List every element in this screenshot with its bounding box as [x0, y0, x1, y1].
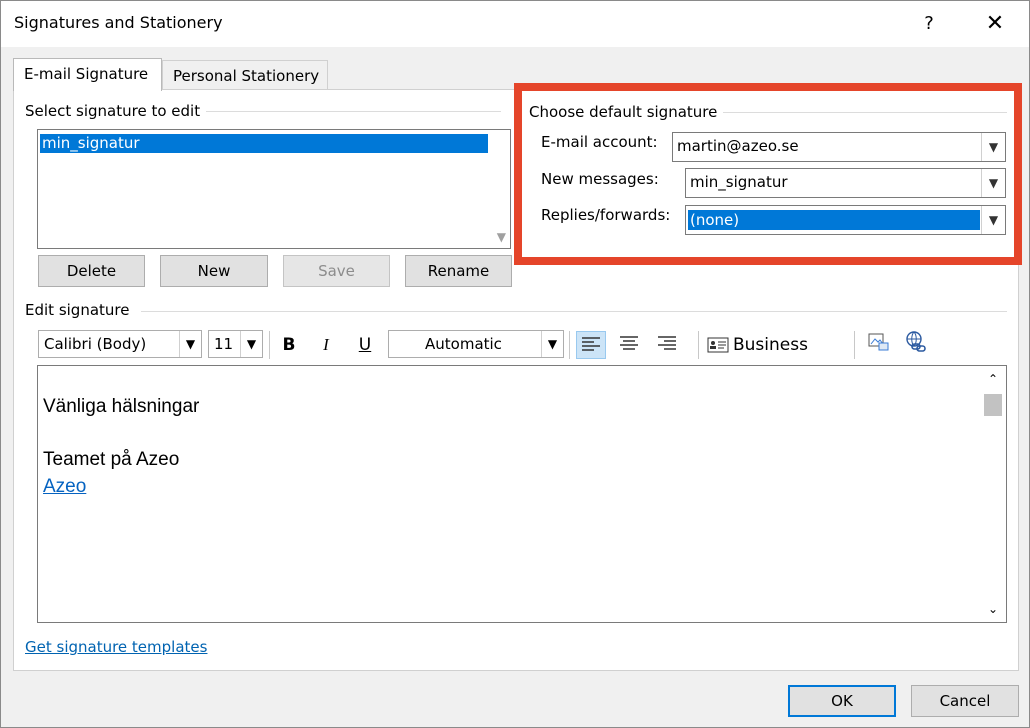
- group-divider: [201, 111, 501, 112]
- align-left-icon: [582, 337, 600, 351]
- rename-button[interactable]: Rename: [405, 255, 512, 287]
- toolbar-separator: [854, 331, 855, 359]
- replies-forwards-label: Replies/forwards:: [541, 206, 671, 224]
- email-account-select[interactable]: martin@azeo.se ▼: [672, 132, 1006, 162]
- chevron-down-icon[interactable]: ▼: [981, 169, 1005, 197]
- font-color-select[interactable]: Automatic ▼: [388, 330, 564, 358]
- delete-button[interactable]: Delete: [38, 255, 145, 287]
- signature-link[interactable]: Azeo: [43, 476, 86, 498]
- insert-hyperlink-button[interactable]: [901, 331, 931, 359]
- replies-forwards-select[interactable]: (none) ▼: [685, 205, 1006, 235]
- tab-personal-stationery[interactable]: Personal Stationery: [162, 60, 328, 90]
- font-size-value: 11: [214, 335, 234, 353]
- chevron-down-icon[interactable]: ▼: [981, 133, 1005, 161]
- tab-email-signature[interactable]: E-mail Signature: [13, 58, 162, 91]
- underline-button[interactable]: U: [350, 331, 380, 359]
- bold-button[interactable]: B: [274, 331, 304, 359]
- font-color-value: Automatic: [425, 335, 502, 353]
- align-right-icon: [658, 336, 676, 350]
- font-select[interactable]: Calibri (Body) ▼: [38, 330, 202, 358]
- new-button[interactable]: New: [160, 255, 268, 287]
- signature-line: Vänliga hälsningar: [43, 396, 200, 417]
- select-signature-label: Select signature to edit: [25, 102, 207, 120]
- signatures-dialog: Signatures and Stationery ? ✕ E-mail Sig…: [0, 0, 1030, 728]
- picture-icon: [868, 333, 889, 351]
- insert-picture-button[interactable]: [863, 331, 893, 359]
- signature-list-item[interactable]: min_signatur: [40, 134, 488, 153]
- toolbar-separator: [569, 331, 570, 359]
- font-size-select[interactable]: 11 ▼: [208, 330, 263, 358]
- chevron-down-icon[interactable]: ▼: [240, 331, 262, 357]
- toolbar-separator: [269, 331, 270, 359]
- scroll-thumb[interactable]: [984, 394, 1002, 416]
- chevron-down-icon[interactable]: ⌄: [980, 598, 1006, 620]
- title-bar: Signatures and Stationery ? ✕: [1, 1, 1029, 47]
- chevron-down-icon[interactable]: ▼: [179, 331, 201, 357]
- get-signature-templates-link[interactable]: Get signature templates: [25, 638, 207, 656]
- chevron-down-icon[interactable]: ▼: [981, 206, 1005, 234]
- signature-list[interactable]: min_signatur ▼: [37, 129, 511, 249]
- email-account-label: E-mail account:: [541, 133, 658, 151]
- edit-signature-label: Edit signature: [25, 301, 136, 319]
- close-button[interactable]: ✕: [973, 7, 1017, 41]
- align-left-button[interactable]: [576, 331, 606, 359]
- chevron-up-icon[interactable]: ⌃: [980, 368, 1006, 390]
- scroll-down-icon[interactable]: ▼: [497, 230, 506, 244]
- ok-button[interactable]: OK: [788, 685, 896, 717]
- email-account-value: martin@azeo.se: [677, 137, 799, 155]
- new-messages-label: New messages:: [541, 170, 659, 188]
- chevron-down-icon[interactable]: ▼: [541, 331, 563, 357]
- group-divider: [723, 112, 1007, 113]
- help-button[interactable]: ?: [907, 7, 951, 41]
- signature-editor[interactable]: Vänliga hälsningar Teamet på Azeo Azeo ⌃…: [37, 365, 1007, 623]
- italic-button[interactable]: I: [311, 331, 341, 359]
- hyperlink-icon: [906, 331, 926, 352]
- new-messages-value: min_signatur: [690, 173, 788, 191]
- editor-scrollbar[interactable]: ⌃ ⌄: [980, 366, 1006, 622]
- group-divider: [141, 311, 1007, 312]
- replies-forwards-value: (none): [688, 210, 980, 230]
- new-messages-select[interactable]: min_signatur ▼: [685, 168, 1006, 198]
- cancel-button[interactable]: Cancel: [911, 685, 1019, 717]
- align-center-icon: [620, 336, 638, 350]
- business-card-icon: [707, 337, 729, 353]
- save-button[interactable]: Save: [283, 255, 390, 287]
- business-card-button[interactable]: Business Card: [707, 331, 847, 383]
- signature-line: Teamet på Azeo: [43, 449, 180, 470]
- align-center-button[interactable]: [614, 331, 644, 359]
- font-value: Calibri (Body): [44, 335, 147, 353]
- align-right-button[interactable]: [652, 331, 682, 359]
- default-signature-label: Choose default signature: [529, 103, 724, 121]
- window-title: Signatures and Stationery: [14, 13, 223, 32]
- toolbar-separator: [698, 331, 699, 359]
